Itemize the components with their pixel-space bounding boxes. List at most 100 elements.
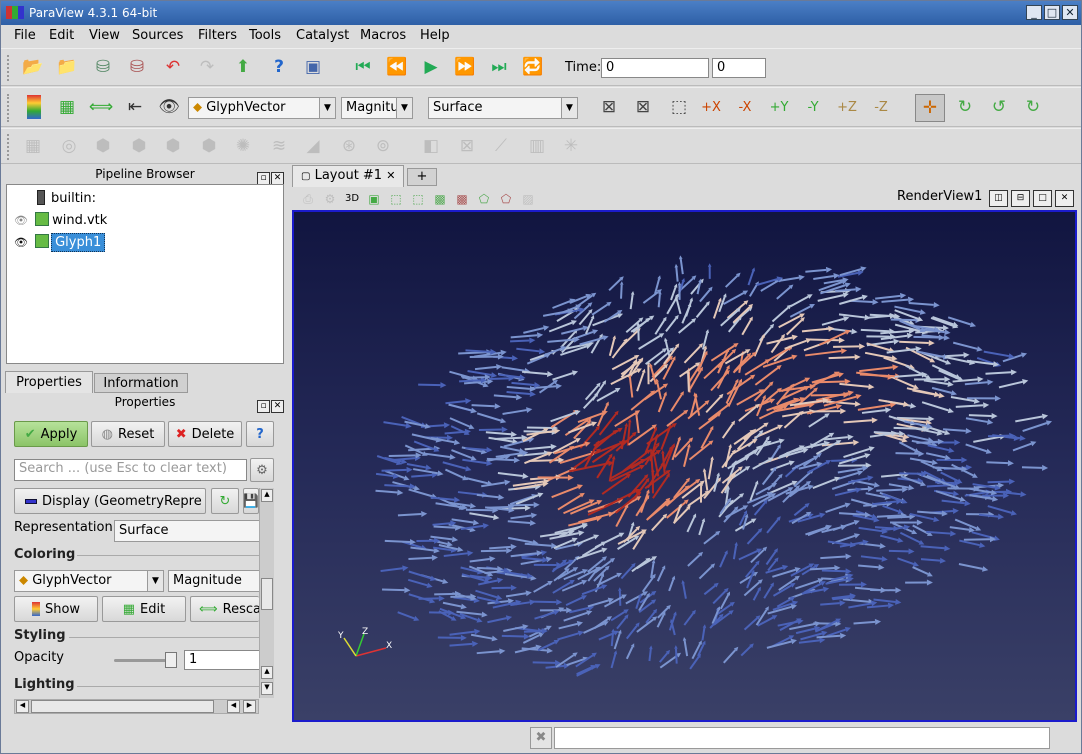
- plot-selection-icon[interactable]: ⊠: [455, 134, 479, 158]
- color-legend-icon[interactable]: [27, 95, 41, 119]
- select-points-icon[interactable]: ⬚: [384, 187, 408, 211]
- menu-filters[interactable]: Filters: [198, 28, 237, 43]
- view-settings-icon[interactable]: ⚙: [318, 187, 342, 211]
- view-minus-y-icon[interactable]: -Y: [801, 95, 825, 119]
- menu-tools[interactable]: Tools: [249, 28, 281, 43]
- save-data-icon[interactable]: 📁: [55, 55, 79, 79]
- menu-sources[interactable]: Sources: [132, 28, 183, 43]
- open-icon[interactable]: 📂: [21, 55, 45, 79]
- refresh-icon[interactable]: ↻: [211, 488, 239, 514]
- close-view-icon[interactable]: ✕: [1055, 190, 1074, 207]
- group-datasets-icon[interactable]: ⊛: [337, 134, 361, 158]
- probe-icon[interactable]: ✳: [559, 134, 583, 158]
- previous-frame-icon[interactable]: ⏪: [385, 55, 409, 79]
- rescale-visible-icon[interactable]: 👁: [157, 95, 181, 119]
- close-button[interactable]: ✕: [1062, 5, 1078, 20]
- select-cells-icon[interactable]: ▣: [362, 187, 386, 211]
- color-array-select[interactable]: ⬥ GlyphVector ▼: [188, 97, 336, 119]
- glyph-icon[interactable]: ✺: [231, 134, 255, 158]
- histogram-icon[interactable]: ▥: [525, 134, 549, 158]
- tab-information[interactable]: Information: [94, 373, 188, 393]
- zoom-to-data-icon[interactable]: ⊠: [631, 95, 655, 119]
- warp-vector-icon[interactable]: ◢: [301, 134, 325, 158]
- scroll-thumb[interactable]: [261, 578, 273, 610]
- slice-icon[interactable]: ⬢: [127, 134, 151, 158]
- help-icon[interactable]: ?: [267, 55, 291, 79]
- float-icon[interactable]: ▫: [257, 400, 270, 413]
- menu-help[interactable]: Help: [420, 28, 450, 43]
- time-input[interactable]: 0: [601, 58, 709, 78]
- view-plus-z-icon[interactable]: +Z: [835, 95, 859, 119]
- next-frame-icon[interactable]: ⏩: [453, 55, 477, 79]
- extract-level-icon[interactable]: ⊚: [371, 134, 395, 158]
- save-settings-icon[interactable]: 💾: [243, 488, 259, 514]
- toggle-3d-button[interactable]: 3D: [340, 187, 364, 211]
- pipeline-item-glyph1[interactable]: 👁 Glyph1: [14, 233, 106, 254]
- menu-catalyst[interactable]: Catalyst: [296, 28, 349, 43]
- grow-selection-icon[interactable]: ⬠: [494, 187, 518, 211]
- extract-selection-icon[interactable]: ◧: [419, 134, 443, 158]
- edit-color-map-icon[interactable]: ▦: [55, 95, 79, 119]
- menu-view[interactable]: View: [89, 28, 120, 43]
- select-block-icon[interactable]: ▩: [428, 187, 452, 211]
- search-input[interactable]: Search ... (use Esc to clear text): [14, 459, 247, 481]
- undo-icon[interactable]: ↶: [161, 55, 185, 79]
- rescale-range-icon[interactable]: ⟺: [89, 95, 113, 119]
- show-scalar-bar-button[interactable]: Show: [14, 596, 98, 622]
- reset-button[interactable]: ◍ Reset: [91, 421, 165, 447]
- output-clear-icon[interactable]: ✖: [530, 727, 552, 749]
- interactive-select-icon[interactable]: ▩: [450, 187, 474, 211]
- h-scroll-thumb[interactable]: [31, 700, 214, 713]
- rescale-custom-icon[interactable]: ⇤: [123, 95, 147, 119]
- zoom-to-box-icon[interactable]: ⬚: [667, 95, 691, 119]
- view-minus-z-icon[interactable]: -Z: [869, 95, 893, 119]
- maximize-button[interactable]: □: [1044, 5, 1060, 20]
- contour-icon[interactable]: ◎: [57, 134, 81, 158]
- loop-icon[interactable]: 🔁: [521, 55, 545, 79]
- scroll-right-icon[interactable]: ▶: [243, 700, 256, 713]
- representation-dropdown[interactable]: Surface: [114, 520, 259, 542]
- redo-icon[interactable]: ↷: [195, 55, 219, 79]
- component-select[interactable]: Magnitu ▼: [341, 97, 413, 119]
- clear-selection-icon[interactable]: ▨: [516, 187, 540, 211]
- rescale-button[interactable]: ⟺ Rescal: [190, 596, 265, 622]
- edit-color-map-button[interactable]: ▦ Edit: [102, 596, 186, 622]
- eye-icon[interactable]: 👁: [14, 214, 28, 227]
- menu-edit[interactable]: Edit: [49, 28, 74, 43]
- properties-vertical-scrollbar[interactable]: ▲ ▲ ▼: [259, 488, 274, 698]
- opacity-slider-handle[interactable]: [165, 652, 177, 668]
- split-horizontal-icon[interactable]: ◫: [989, 190, 1008, 207]
- rotate-90-ccw-icon[interactable]: ↺: [987, 95, 1011, 119]
- apply-button[interactable]: ✔ Apply: [14, 421, 88, 447]
- tab-layout-1[interactable]: ▢ Layout #1 ✕: [292, 165, 404, 187]
- add-layout-tab[interactable]: +: [407, 168, 437, 186]
- plot-over-line-icon[interactable]: ⟋: [489, 134, 513, 158]
- scroll-down-icon[interactable]: ▼: [261, 682, 273, 695]
- display-section-button[interactable]: Display (GeometryRepre: [14, 488, 206, 514]
- close-tab-icon[interactable]: ✕: [386, 169, 395, 182]
- maximize-view-icon[interactable]: □: [1033, 190, 1052, 207]
- advanced-settings-icon[interactable]: ⚙: [250, 458, 274, 482]
- polygon-select-icon[interactable]: ⬠: [472, 187, 496, 211]
- camera-undo-icon[interactable]: ⬆: [231, 55, 255, 79]
- disconnect-icon[interactable]: ⛁: [125, 55, 149, 79]
- properties-horizontal-scrollbar[interactable]: ◀ ◀ ▶: [14, 699, 259, 714]
- connect-icon[interactable]: ⛁: [91, 55, 115, 79]
- opacity-input[interactable]: 1: [184, 650, 259, 670]
- threshold-icon[interactable]: ⬢: [161, 134, 185, 158]
- minimize-button[interactable]: _: [1026, 5, 1042, 20]
- coloring-component-dropdown[interactable]: Magnitude: [168, 570, 259, 592]
- time-step-spinbox[interactable]: 0: [712, 58, 766, 78]
- capture-screenshot-icon[interactable]: ⎙: [296, 187, 320, 211]
- calculator-icon[interactable]: ▦: [21, 134, 45, 158]
- play-icon[interactable]: ▶: [419, 55, 443, 79]
- eye-icon[interactable]: 👁: [14, 236, 28, 249]
- rotate-90-cw-icon[interactable]: ↻: [953, 95, 977, 119]
- center-axes-icon[interactable]: ✛: [915, 94, 945, 122]
- representation-select[interactable]: Surface ▼: [428, 97, 578, 119]
- view-plus-x-icon[interactable]: +X: [699, 95, 723, 119]
- tab-properties[interactable]: Properties: [5, 371, 93, 393]
- interactive-rotate-icon[interactable]: ↻: [1021, 95, 1045, 119]
- render-view-canvas[interactable]: X Z Y: [292, 210, 1077, 722]
- pipeline-item-wind-vtk[interactable]: 👁 wind.vtk: [14, 212, 107, 232]
